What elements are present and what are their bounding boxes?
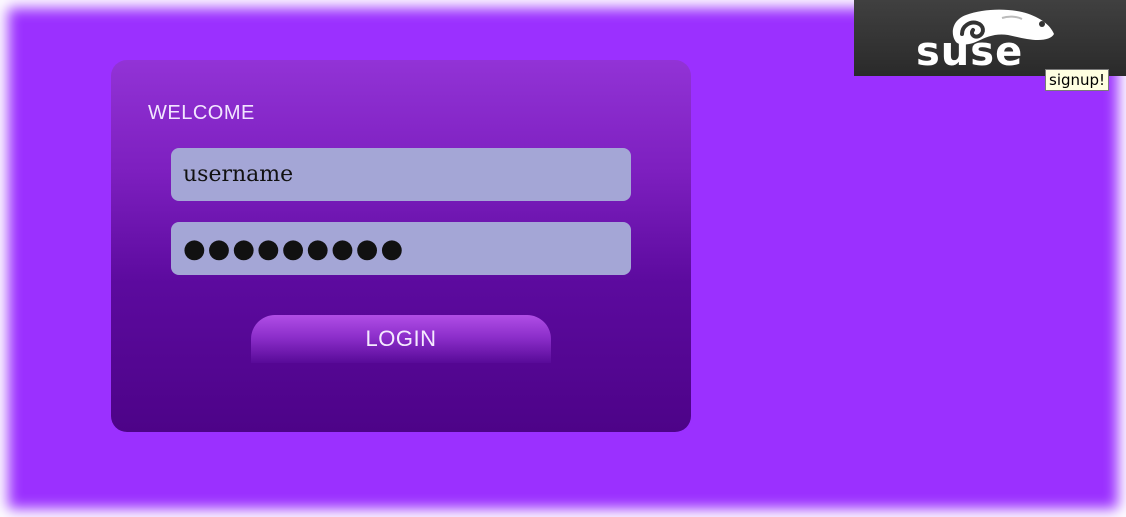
username-field[interactable] [171,148,631,201]
login-button-label: LOGIN [365,326,437,351]
brand-logo: suse [916,29,1024,75]
page-background: WELCOME LOGIN suse signup! [0,0,1126,517]
login-panel: WELCOME LOGIN [111,60,691,432]
password-field[interactable] [171,222,631,275]
login-button[interactable]: LOGIN [251,315,551,363]
signup-link[interactable]: signup! [1045,69,1110,91]
brand-banner: suse [854,0,1126,76]
welcome-heading: WELCOME [148,102,255,124]
